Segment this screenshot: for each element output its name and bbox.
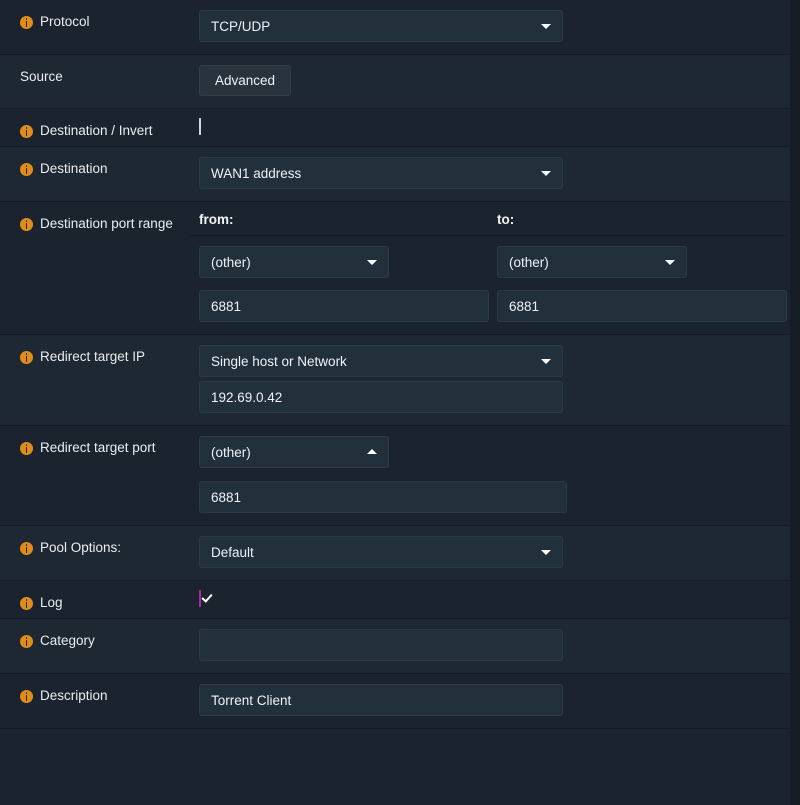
row-category: Category — [0, 619, 790, 674]
port-range-to-select-value: (other) — [509, 255, 549, 270]
label-log: Log — [40, 595, 63, 612]
info-icon[interactable] — [20, 542, 33, 555]
label-cell-log: Log — [0, 581, 190, 612]
field-cell-source: Advanced — [190, 55, 790, 108]
redirect-target-ip-type-value: Single host or Network — [211, 354, 347, 369]
redirect-target-port-select[interactable]: (other) — [199, 436, 389, 468]
port-range-from-select-value: (other) — [211, 255, 251, 270]
row-source: Source Advanced — [0, 55, 790, 109]
chevron-up-icon — [367, 449, 377, 454]
port-range-to-select-col: (other) — [488, 246, 786, 278]
field-cell-redirect-target-ip: Single host or Network 192.69.0.42 — [190, 335, 790, 425]
label-cell-category: Category — [0, 619, 190, 650]
label-cell-destination-port-range: Destination port range — [0, 202, 190, 233]
label-protocol: Protocol — [40, 14, 90, 31]
chevron-down-icon — [541, 550, 551, 555]
chevron-down-icon — [665, 260, 675, 265]
nat-port-forward-form: Protocol TCP/UDP Source Advanced Destina… — [0, 0, 800, 805]
label-cell-destination: Destination — [0, 147, 190, 178]
port-range-to-input-col: 6881 — [488, 290, 786, 322]
row-destination: Destination WAN1 address — [0, 147, 790, 202]
destination-select-value: WAN1 address — [211, 166, 301, 181]
label-redirect-target-port: Redirect target port — [40, 440, 156, 457]
label-redirect-target-ip: Redirect target IP — [40, 349, 145, 366]
field-cell-protocol: TCP/UDP — [190, 0, 790, 54]
field-cell-pool-options: Default — [190, 526, 790, 580]
category-input[interactable] — [199, 629, 563, 661]
destination-invert-wrap — [199, 119, 790, 134]
port-range-selects: (other) (other) — [190, 246, 796, 278]
info-icon[interactable] — [20, 597, 33, 610]
field-cell-description: Torrent Client — [190, 674, 790, 728]
port-range-from-select-col: (other) — [190, 246, 488, 278]
row-protocol: Protocol TCP/UDP — [0, 0, 790, 55]
label-source: Source — [20, 69, 63, 86]
port-range-gap — [190, 278, 796, 290]
log-checkbox-wrap — [199, 591, 790, 606]
description-input[interactable]: Torrent Client — [199, 684, 563, 716]
destination-invert-checkbox[interactable] — [199, 118, 201, 135]
info-icon[interactable] — [20, 442, 33, 455]
label-destination-invert: Destination / Invert — [40, 123, 153, 140]
chevron-down-icon — [367, 260, 377, 265]
label-destination: Destination — [40, 161, 108, 178]
port-range-inputs: 6881 6881 — [190, 290, 796, 322]
source-advanced-button[interactable]: Advanced — [199, 65, 291, 96]
redirect-target-port-select-value: (other) — [211, 445, 251, 460]
field-cell-destination-port-range: from: to: (other) (other) — [190, 202, 796, 334]
label-category: Category — [40, 633, 95, 650]
redirect-target-port-input[interactable]: 6881 — [199, 481, 567, 513]
row-redirect-target-ip: Redirect target IP Single host or Networ… — [0, 335, 790, 426]
port-range-to-select[interactable]: (other) — [497, 246, 687, 278]
row-pool-options: Pool Options: Default — [0, 526, 790, 581]
pool-options-select-value: Default — [211, 545, 254, 560]
label-cell-protocol: Protocol — [0, 0, 190, 31]
chevron-down-icon — [541, 359, 551, 364]
label-pool-options: Pool Options: — [40, 540, 121, 557]
field-cell-category — [190, 619, 790, 673]
info-icon[interactable] — [20, 351, 33, 364]
chevron-down-icon — [541, 171, 551, 176]
row-redirect-target-port: Redirect target port (other) 6881 — [0, 426, 790, 526]
source-button-wrap: Advanced — [199, 65, 790, 96]
field-cell-destination-invert — [190, 109, 790, 146]
log-checkbox[interactable] — [199, 590, 201, 607]
field-cell-destination: WAN1 address — [190, 147, 790, 201]
field-cell-redirect-target-port: (other) 6881 — [190, 426, 790, 525]
label-cell-source: Source — [0, 55, 190, 86]
chevron-down-icon — [541, 24, 551, 29]
destination-select[interactable]: WAN1 address — [199, 157, 563, 189]
port-range-from-input[interactable]: 6881 — [199, 290, 489, 322]
info-icon[interactable] — [20, 163, 33, 176]
port-range-from-header: from: — [190, 212, 488, 227]
right-gutter — [790, 0, 800, 805]
info-icon[interactable] — [20, 125, 33, 138]
redirect-target-ip-type-select[interactable]: Single host or Network — [199, 345, 563, 377]
port-range-from-input-col: 6881 — [190, 290, 488, 322]
label-cell-pool-options: Pool Options: — [0, 526, 190, 557]
port-range-header: from: to: — [190, 212, 786, 236]
label-cell-destination-invert: Destination / Invert — [0, 109, 190, 140]
protocol-select-value: TCP/UDP — [211, 19, 270, 34]
field-cell-log — [190, 581, 790, 618]
protocol-select[interactable]: TCP/UDP — [199, 10, 563, 42]
label-cell-redirect-target-ip: Redirect target IP — [0, 335, 190, 366]
port-range-to-input[interactable]: 6881 — [497, 290, 787, 322]
port-range-to-header: to: — [488, 212, 786, 227]
redirect-target-ip-address-input[interactable]: 192.69.0.42 — [199, 381, 563, 413]
info-icon[interactable] — [20, 690, 33, 703]
row-destination-port-range: Destination port range from: to: (other)… — [0, 202, 790, 335]
info-icon[interactable] — [20, 16, 33, 29]
pool-options-select[interactable]: Default — [199, 536, 563, 568]
label-description: Description — [40, 688, 108, 705]
label-cell-description: Description — [0, 674, 190, 705]
row-destination-invert: Destination / Invert — [0, 109, 790, 147]
info-icon[interactable] — [20, 218, 33, 231]
info-icon[interactable] — [20, 635, 33, 648]
row-log: Log — [0, 581, 790, 619]
label-destination-port-range: Destination port range — [40, 216, 173, 233]
label-cell-redirect-target-port: Redirect target port — [0, 426, 190, 457]
row-description: Description Torrent Client — [0, 674, 790, 729]
port-range-from-select[interactable]: (other) — [199, 246, 389, 278]
